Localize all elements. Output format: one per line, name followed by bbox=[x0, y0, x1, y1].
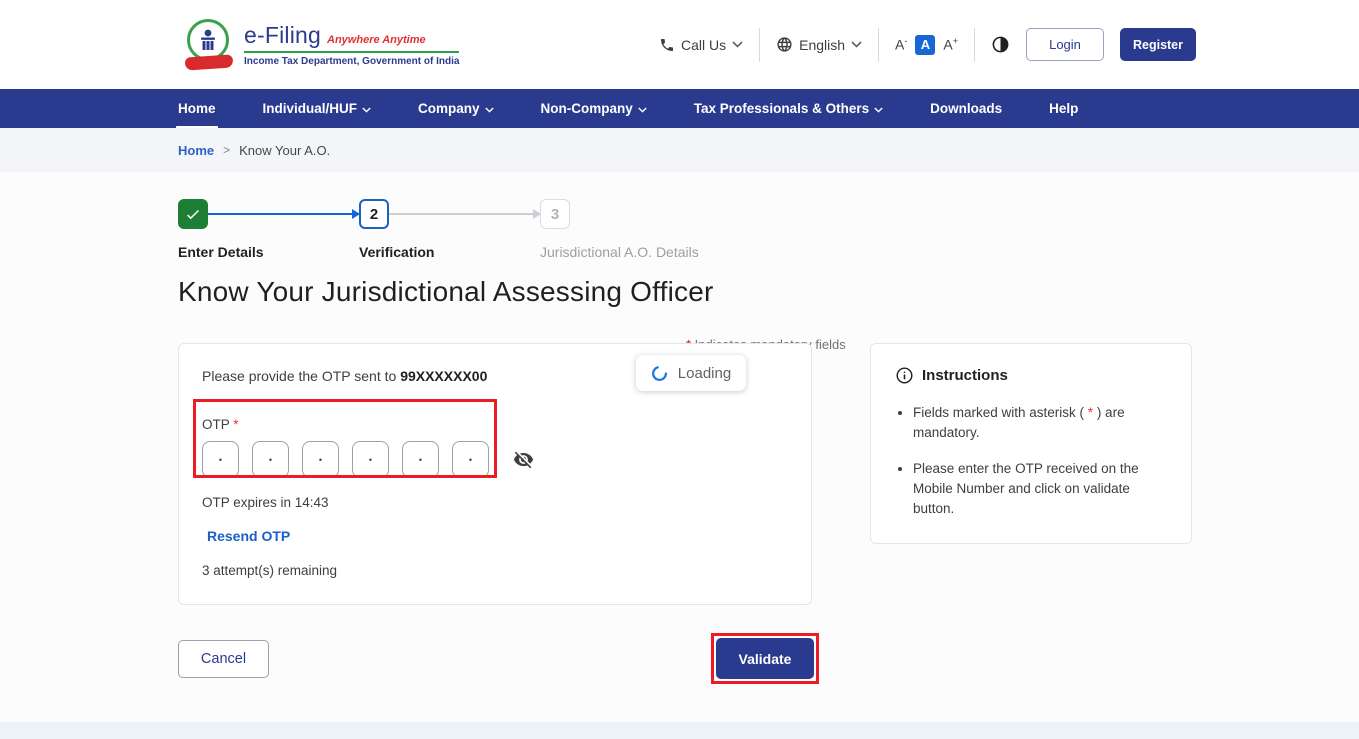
check-icon bbox=[184, 205, 202, 223]
emblem-ribbon bbox=[185, 54, 234, 70]
otp-digit-input-6[interactable]: • bbox=[452, 441, 489, 478]
language-label: English bbox=[799, 37, 845, 53]
org-subtitle: Income Tax Department, Government of Ind… bbox=[244, 56, 459, 67]
step-complete-box bbox=[178, 199, 208, 229]
globe-icon bbox=[776, 36, 793, 53]
main-navbar: Home Individual/HUF Company Non-Company … bbox=[0, 89, 1359, 128]
instructions-card: Instructions Fields marked with asterisk… bbox=[870, 343, 1192, 544]
chevron-down-icon bbox=[638, 107, 647, 113]
step-enter-details: Enter Details bbox=[178, 199, 208, 229]
otp-field-label: OTP * bbox=[202, 417, 788, 432]
attempts-remaining-text: 3 attempt(s) remaining bbox=[202, 563, 788, 578]
phone-icon bbox=[659, 37, 675, 53]
otp-digit-input-4[interactable]: • bbox=[352, 441, 389, 478]
breadcrumb: Home > Know Your A.O. bbox=[0, 128, 1359, 172]
otp-input-row: • • • • • • bbox=[202, 441, 788, 478]
breadcrumb-separator: > bbox=[223, 143, 230, 157]
info-icon bbox=[895, 366, 914, 385]
loading-toast: Loading bbox=[636, 355, 746, 391]
otp-digit-input-3[interactable]: • bbox=[302, 441, 339, 478]
breadcrumb-home-link[interactable]: Home bbox=[178, 143, 214, 158]
nav-item-company[interactable]: Company bbox=[418, 89, 494, 128]
font-increase-button[interactable]: A+ bbox=[943, 36, 958, 53]
stepper-connector-pending bbox=[389, 213, 540, 215]
otp-digit-input-2[interactable]: • bbox=[252, 441, 289, 478]
cancel-button[interactable]: Cancel bbox=[178, 640, 269, 678]
loading-label: Loading bbox=[678, 365, 731, 382]
contrast-icon bbox=[991, 35, 1010, 54]
instructions-title: Instructions bbox=[922, 367, 1008, 384]
validate-button[interactable]: Validate bbox=[716, 638, 814, 679]
header-divider bbox=[759, 28, 760, 62]
header-divider bbox=[878, 28, 879, 62]
nav-item-tax-professionals[interactable]: Tax Professionals & Others bbox=[694, 89, 883, 128]
national-emblem-icon bbox=[185, 19, 233, 71]
footer-strip bbox=[0, 722, 1359, 739]
main-content: Home > Know Your A.O. Enter Details 2 Ve… bbox=[0, 128, 1359, 739]
instruction-item: Fields marked with asterisk ( * ) are ma… bbox=[913, 403, 1167, 444]
step-active-box: 2 bbox=[359, 199, 389, 229]
call-us-label: Call Us bbox=[681, 37, 726, 53]
breadcrumb-current: Know Your A.O. bbox=[239, 143, 330, 158]
eye-slash-icon bbox=[513, 449, 534, 470]
otp-digit-input-1[interactable]: • bbox=[202, 441, 239, 478]
header-divider bbox=[974, 28, 975, 62]
otp-digit-input-5[interactable]: • bbox=[402, 441, 439, 478]
language-menu[interactable]: English bbox=[776, 36, 862, 53]
masked-mobile-number: 99XXXXXX00 bbox=[400, 368, 487, 384]
stepper-connector-done bbox=[208, 213, 359, 215]
chevron-down-icon bbox=[732, 41, 743, 48]
form-actions: Cancel Validate bbox=[178, 638, 814, 679]
call-us-menu[interactable]: Call Us bbox=[659, 37, 743, 53]
ashoka-pillar-icon bbox=[197, 28, 219, 52]
step-jurisdictional-details: 3 Jurisdictional A.O. Details bbox=[540, 199, 570, 229]
brand-name: e-Filing bbox=[244, 22, 321, 49]
step-pending-box: 3 bbox=[540, 199, 570, 229]
page-title: Know Your Jurisdictional Assessing Offic… bbox=[178, 276, 1359, 308]
chevron-down-icon bbox=[874, 107, 883, 113]
otp-expiry-text: OTP expires in 14:43 bbox=[202, 495, 788, 510]
step-verification: 2 Verification bbox=[359, 199, 389, 229]
font-size-controls: A- A A+ bbox=[895, 35, 958, 55]
nav-item-downloads[interactable]: Downloads bbox=[930, 89, 1002, 128]
nav-item-individual-huf[interactable]: Individual/HUF bbox=[263, 89, 372, 128]
resend-otp-link[interactable]: Resend OTP bbox=[207, 528, 290, 544]
chevron-down-icon bbox=[851, 41, 862, 48]
contrast-toggle[interactable] bbox=[991, 35, 1010, 54]
font-normal-button[interactable]: A bbox=[915, 35, 935, 55]
chevron-down-icon bbox=[362, 107, 371, 113]
efiling-logo[interactable]: e-Filing Anywhere Anytime Income Tax Dep… bbox=[185, 19, 459, 71]
nav-item-help[interactable]: Help bbox=[1049, 89, 1078, 128]
toggle-otp-visibility-button[interactable] bbox=[513, 449, 534, 470]
brand-tagline: Anywhere Anytime bbox=[327, 34, 426, 46]
progress-stepper: Enter Details 2 Verification 3 Jurisdict… bbox=[178, 199, 1359, 229]
chevron-down-icon bbox=[485, 107, 494, 113]
top-header: e-Filing Anywhere Anytime Income Tax Dep… bbox=[0, 0, 1359, 89]
nav-item-non-company[interactable]: Non-Company bbox=[541, 89, 647, 128]
register-button[interactable]: Register bbox=[1120, 28, 1196, 61]
spinner-icon bbox=[651, 365, 668, 382]
font-decrease-button[interactable]: A- bbox=[895, 36, 907, 53]
instruction-item: Please enter the OTP received on the Mob… bbox=[913, 459, 1167, 520]
nav-item-home[interactable]: Home bbox=[178, 89, 216, 128]
login-button[interactable]: Login bbox=[1026, 28, 1104, 61]
